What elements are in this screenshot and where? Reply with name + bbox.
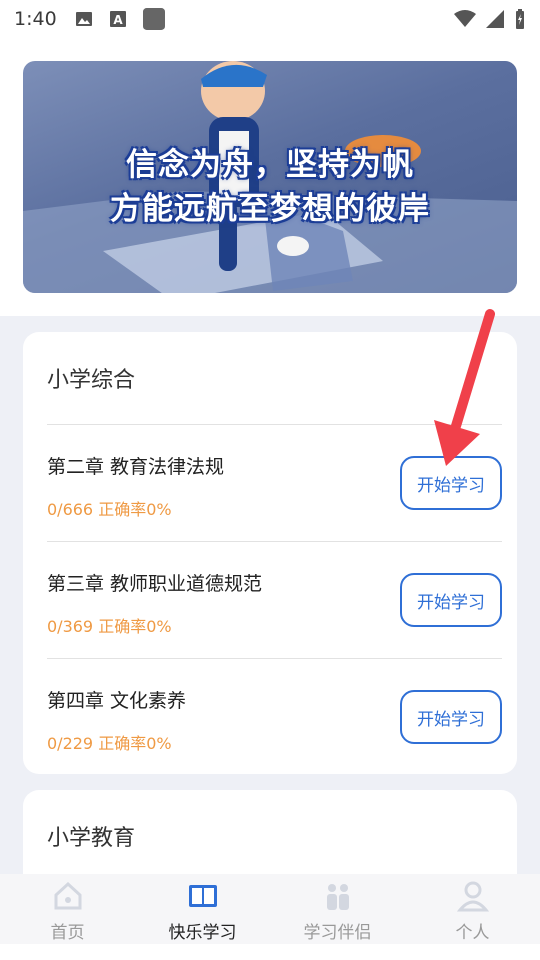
nav-home[interactable]: 首页 — [0, 874, 135, 944]
partners-icon — [326, 884, 349, 910]
chapter-progress: 0/229 正确率0% — [47, 734, 172, 753]
chapter-row[interactable]: 第三章 教师职业道德规范 0/369 正确率0% 开始学习 — [23, 541, 517, 658]
nav-label: 快乐学习 — [168, 923, 237, 943]
home-icon — [54, 881, 81, 910]
chapter-name: 第二章 教育法律法规 — [47, 456, 225, 478]
app-square-icon — [142, 8, 165, 30]
chapter-row[interactable]: 第四章 文化素养 0/229 正确率0% 开始学习 — [23, 658, 517, 775]
red-arrow-icon — [434, 309, 495, 466]
nav-label: 学习伴侣 — [303, 923, 372, 943]
section-title: 小学教育 — [47, 826, 136, 851]
nav-profile[interactable]: 个人 — [405, 874, 540, 944]
status-bar: 1:40 A — [0, 0, 540, 38]
nav-label: 个人 — [455, 923, 490, 943]
chapter-name: 第四章 文化素养 — [47, 690, 187, 712]
banner-line-2: 方能远航至梦想的彼岸 — [110, 191, 430, 227]
wifi-icon — [454, 10, 476, 27]
section-card: 小学教育 — [23, 790, 517, 874]
book-icon — [188, 885, 217, 907]
chapter-progress: 0/369 正确率0% — [47, 617, 172, 636]
start-learning-button[interactable]: 开始学习 — [400, 690, 502, 744]
gallery-icon — [75, 12, 92, 26]
bottom-nav: 首页 快乐学习 学习伴侣 个人 — [0, 874, 540, 944]
system-bar — [0, 944, 540, 960]
start-learning-button[interactable]: 开始学习 — [400, 573, 502, 627]
chapter-progress: 0/666 正确率0% — [47, 500, 172, 519]
chapter-name: 第三章 教师职业道德规范 — [47, 573, 263, 595]
nav-study[interactable]: 快乐学习 — [135, 874, 270, 944]
status-time: 1:40 — [14, 8, 57, 30]
nav-label: 首页 — [50, 923, 85, 943]
svg-text:A: A — [113, 13, 123, 27]
banner-line-1: 信念为舟，坚持为帆 — [126, 147, 414, 183]
user-icon — [456, 881, 489, 912]
promo-banner[interactable]: 信念为舟，坚持为帆 方能远航至梦想的彼岸 — [23, 61, 517, 293]
font-icon: A — [109, 11, 126, 27]
signal-icon — [486, 10, 504, 28]
section-title: 小学综合 — [47, 368, 136, 393]
battery-icon — [516, 9, 524, 29]
nav-partners[interactable]: 学习伴侣 — [270, 874, 405, 944]
